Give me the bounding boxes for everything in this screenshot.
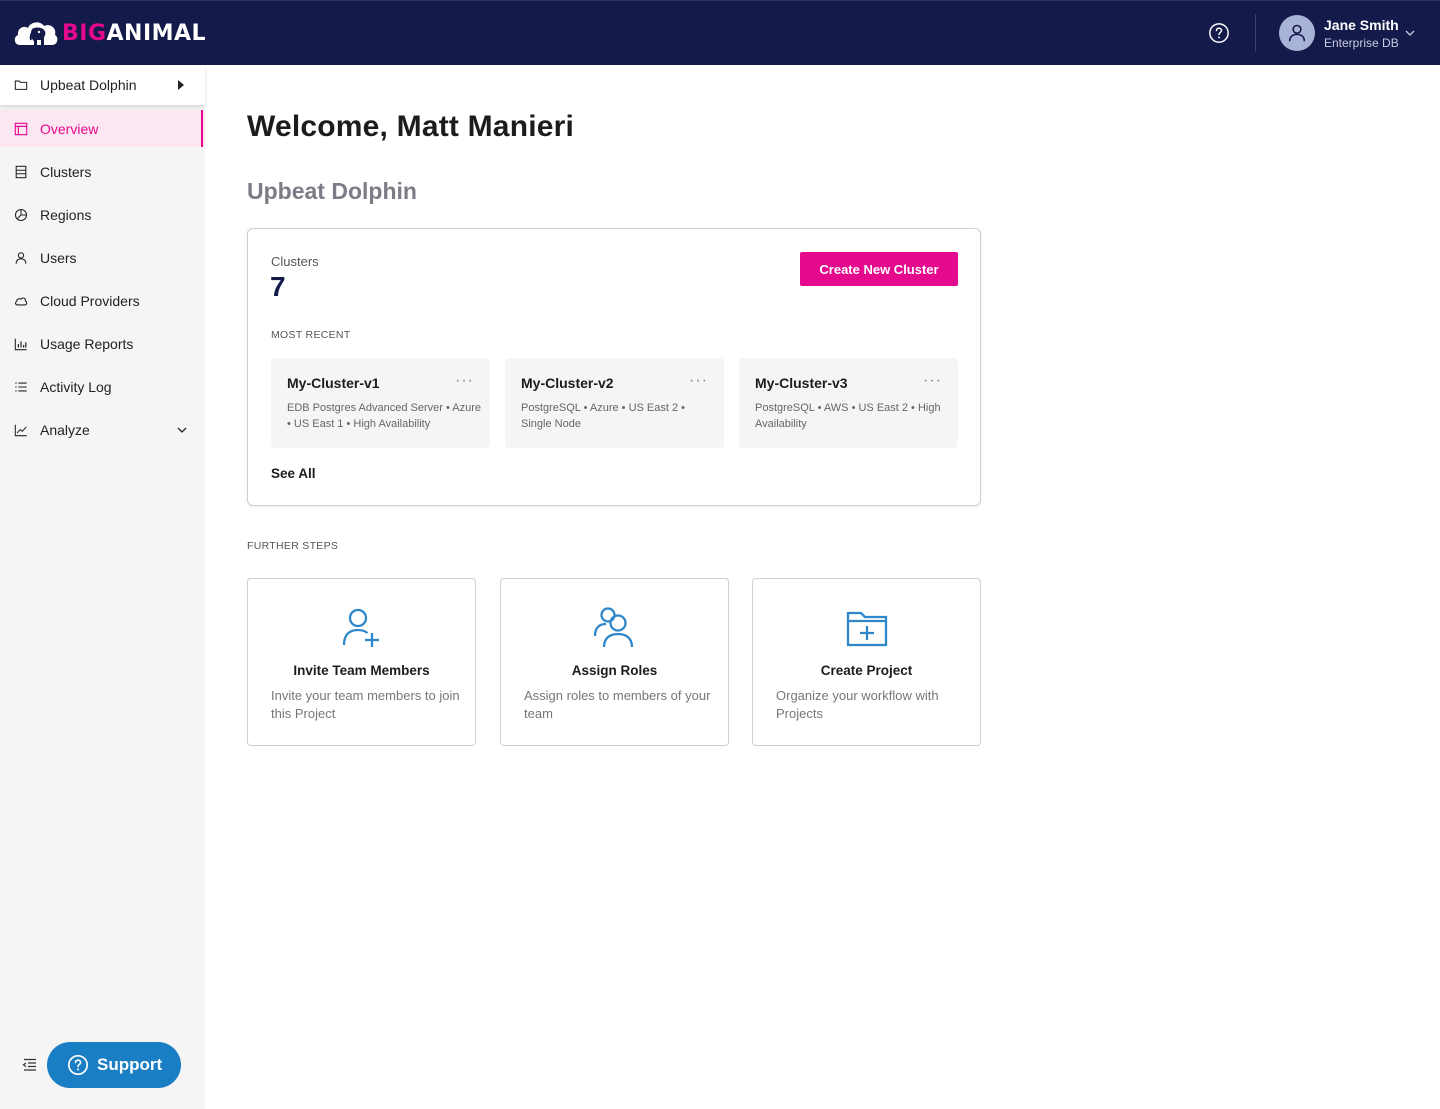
- user-org: Enterprise DB: [1324, 36, 1399, 50]
- create-project-card[interactable]: Create Project Organize your workflow wi…: [752, 578, 981, 746]
- avatar[interactable]: [1279, 15, 1315, 51]
- collapse-sidebar-icon[interactable]: [22, 1058, 38, 1072]
- sidebar: Upbeat Dolphin Overview Clusters Regions: [0, 65, 205, 1109]
- sidebar-item-label: Regions: [40, 206, 92, 223]
- see-all-link[interactable]: See All: [271, 466, 316, 481]
- step-title: Create Project: [820, 663, 913, 678]
- more-options-icon[interactable]: ···: [455, 372, 474, 390]
- sidebar-item-analyze[interactable]: Analyze: [0, 411, 205, 448]
- sidebar-item-label: Analyze: [40, 421, 90, 438]
- cluster-name: My-Cluster-v2: [521, 375, 614, 391]
- cluster-description: PostgreSQL • AWS • US East 2 • High Avai…: [755, 402, 941, 430]
- sidebar-item-usage-reports[interactable]: Usage Reports: [0, 325, 205, 362]
- sidebar-item-label: Usage Reports: [40, 335, 134, 352]
- folder-icon: [14, 80, 28, 90]
- step-title: Invite Team Members: [293, 663, 430, 678]
- further-steps-label: FURTHER STEPS: [247, 540, 339, 552]
- cloud-icon: [15, 297, 28, 305]
- clusters-card: Clusters 7 Create New Cluster MOST RECEN…: [247, 228, 981, 506]
- sidebar-item-label: Cloud Providers: [40, 292, 140, 309]
- cluster-description: PostgreSQL • Azure • US East 2 • Single …: [521, 402, 685, 430]
- sidebar-item-label: Users: [40, 249, 77, 266]
- invite-team-members-card[interactable]: Invite Team Members Invite your team mem…: [247, 578, 476, 746]
- user-plus-icon: [342, 608, 379, 647]
- cluster-tile[interactable]: My-Cluster-v3 ··· PostgreSQL • AWS • US …: [739, 358, 958, 448]
- help-circle-icon[interactable]: [1208, 22, 1230, 44]
- sidebar-item-activity-log[interactable]: Activity Log: [0, 368, 205, 405]
- more-options-icon[interactable]: ···: [689, 372, 708, 390]
- support-button-label: Support: [97, 1055, 163, 1074]
- regions-icon: [14, 208, 28, 221]
- clusters-label: Clusters: [271, 254, 319, 269]
- cluster-name: My-Cluster-v1: [287, 375, 380, 391]
- sidebar-item-overview[interactable]: Overview: [0, 110, 205, 147]
- create-new-cluster-button[interactable]: Create New Cluster: [800, 252, 958, 286]
- chevron-down-icon[interactable]: [176, 424, 188, 436]
- bar-chart-icon: [14, 338, 27, 350]
- cluster-tile[interactable]: My-Cluster-v2 ··· PostgreSQL • Azure • U…: [505, 358, 724, 448]
- cluster-description: EDB Postgres Advanced Server • Azure • U…: [287, 402, 482, 430]
- cluster-name: My-Cluster-v3: [755, 375, 848, 391]
- assign-roles-card[interactable]: Assign Roles Assign roles to members of …: [500, 578, 729, 746]
- brand-wordmark: BIGANIMAL: [62, 20, 207, 46]
- sidebar-item-label: Overview: [40, 120, 99, 137]
- sidebar-item-regions[interactable]: Regions: [0, 196, 205, 233]
- support-button[interactable]: Support: [47, 1042, 181, 1088]
- line-chart-icon: [14, 424, 27, 436]
- step-description: Assign roles to members of your team: [524, 688, 711, 721]
- page-title: Welcome, Matt Manieri: [247, 110, 575, 143]
- sidebar-item-label: Clusters: [40, 163, 92, 180]
- elephant-cloud-icon: [14, 22, 58, 45]
- project-title: Upbeat Dolphin: [247, 178, 417, 204]
- clusters-count: 7: [270, 271, 286, 302]
- chevron-down-icon[interactable]: [1404, 27, 1416, 39]
- user-icon: [15, 251, 27, 264]
- clusters-icon: [15, 165, 27, 178]
- cluster-tile[interactable]: My-Cluster-v1 ··· EDB Postgres Advanced …: [271, 358, 490, 448]
- sidebar-nav: Overview Clusters Regions Users Cloud Pr…: [0, 110, 205, 454]
- list-icon: [15, 382, 27, 391]
- most-recent-label: MOST RECENT: [271, 329, 351, 341]
- sidebar-item-cloud-providers[interactable]: Cloud Providers: [0, 282, 205, 319]
- more-options-icon[interactable]: ···: [923, 372, 942, 390]
- project-selector[interactable]: Upbeat Dolphin: [0, 65, 205, 105]
- sidebar-item-users[interactable]: Users: [0, 239, 205, 276]
- user-icon: [1288, 24, 1306, 42]
- sidebar-item-clusters[interactable]: Clusters: [0, 153, 205, 190]
- overview-icon: [14, 122, 28, 135]
- user-name[interactable]: Jane Smith: [1324, 17, 1399, 33]
- help-circle-icon: [68, 1055, 88, 1075]
- step-description: Organize your workflow with Projects: [776, 688, 939, 721]
- top-header: BIGANIMAL Jane Smith Enterprise DB: [0, 0, 1440, 65]
- caret-right-icon: [178, 80, 184, 90]
- step-title: Assign Roles: [571, 663, 658, 678]
- header-divider: [1255, 14, 1256, 52]
- step-description: Invite your team members to join this Pr…: [271, 688, 460, 721]
- project-selector-label: Upbeat Dolphin: [40, 77, 137, 93]
- users-icon: [593, 607, 634, 648]
- sidebar-item-label: Activity Log: [40, 378, 112, 395]
- folder-plus-icon: [846, 611, 888, 647]
- biganimal-logo[interactable]: BIGANIMAL: [12, 15, 206, 51]
